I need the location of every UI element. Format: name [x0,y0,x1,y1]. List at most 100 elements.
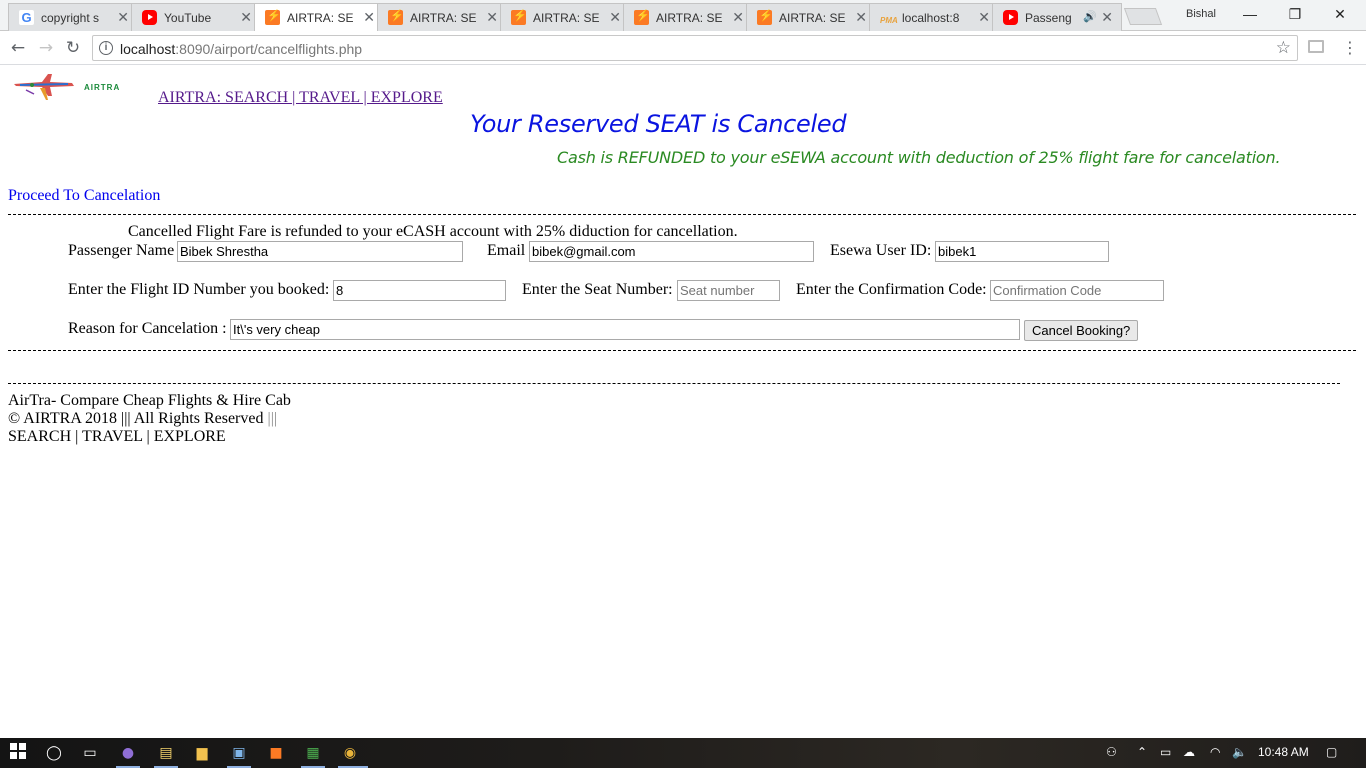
show-hidden-icons[interactable]: ⌃ [1137,745,1147,759]
reload-icon[interactable]: ↻ [63,38,83,58]
xampp-icon [265,9,281,25]
passenger-name-input[interactable] [177,241,463,262]
close-tab-icon[interactable]: ✕ [1101,9,1113,26]
wifi-icon[interactable]: ◠ [1210,745,1220,759]
footer-links[interactable]: SEARCH | TRAVEL | EXPLORE [8,428,226,446]
restore-icon[interactable]: ❐ [1275,4,1315,24]
onedrive-icon[interactable]: ☁ [1183,745,1195,759]
close-tab-icon[interactable]: ✕ [363,9,375,26]
close-tab-icon[interactable]: ✕ [240,9,252,26]
xampp-icon [388,9,404,25]
flight-id-label: Enter the Flight ID Number you booked: [68,281,330,298]
divider [8,350,1356,351]
close-tab-icon[interactable]: ✕ [978,9,990,26]
cast-icon[interactable] [1308,40,1324,53]
reason-input[interactable] [230,319,1020,340]
tab-airtra[interactable]: AIRTRA: SE ✕ [623,3,753,31]
file-explorer-icon[interactable]: ▆ [192,743,212,763]
tab-airtra[interactable]: AIRTRA: SE ✕ [746,3,876,31]
page-content: AIRTRA AIRTRA: SEARCH | TRAVEL | EXPLORE… [0,66,1366,738]
confirmation-code-label: Enter the Confirmation Code: [796,281,987,298]
battery-icon[interactable]: ▭ [1160,745,1171,759]
tab-label: AIRTRA: SE [656,11,723,25]
nav-link-home[interactable]: AIRTRA: SEARCH | TRAVEL | EXPLORE [158,89,443,107]
passenger-name-label: Passenger Name [68,242,175,259]
windows-start-icon[interactable] [8,743,28,763]
bookmark-star-icon[interactable]: ☆ [1276,38,1291,58]
cancel-booking-button[interactable]: Cancel Booking? [1024,320,1139,341]
close-tab-icon[interactable]: ✕ [117,9,129,26]
rights-text: ||| All Rights Reserved [120,410,264,427]
task-view-icon[interactable]: ▭ [80,743,100,763]
tab-label: AIRTRA: SE [287,11,354,25]
url-text[interactable]: localhost:8090/airport/cancelflights.php [120,41,362,57]
youtube-icon [142,10,157,25]
forward-icon[interactable]: → [36,38,56,58]
tab-label: AIRTRA: SE [779,11,846,25]
flight-id-input[interactable] [333,280,506,301]
volume-icon[interactable]: 🔈 [1232,745,1247,759]
browser-toolbar: ← → ↻ i localhost:8090/airport/cancelfli… [0,31,1366,65]
proceed-to-cancelation-link[interactable]: Proceed To Cancelation [8,187,160,205]
tab-label: AIRTRA: SE [533,11,600,25]
refund-note: Cancelled Flight Fare is refunded to you… [128,223,738,240]
reason-label: Reason for Cancelation : [68,320,227,337]
rights-end: ||| [267,410,278,427]
esewa-user-id-label: Esewa User ID: [830,242,932,259]
tab-passenger-youtube[interactable]: Passeng 🔊 ✕ [992,3,1122,31]
sticky-notes-icon[interactable]: ▤ [156,743,176,763]
speaker-icon[interactable]: 🔊 [1083,10,1097,23]
xampp-icon [634,9,650,25]
seat-number-input[interactable] [677,280,780,301]
viber-icon[interactable]: ● [118,743,138,763]
divider [8,214,1356,215]
xampp-taskbar-icon[interactable]: ■ [266,743,286,763]
tab-label: AIRTRA: SE [410,11,477,25]
tab-airtra-active[interactable]: AIRTRA: SE ✕ [254,3,384,31]
new-tab-button[interactable] [1123,8,1163,25]
url-path: :8090/airport/cancelflights.php [175,41,363,57]
close-tab-icon[interactable]: ✕ [855,9,867,26]
esewa-user-id-input[interactable] [935,241,1109,262]
divider [8,383,1340,384]
tab-localhost[interactable]: PMA localhost:8 ✕ [869,3,999,31]
tab-airtra[interactable]: AIRTRA: SE ✕ [500,3,630,31]
action-center-icon[interactable]: ▢ [1326,745,1337,759]
address-bar[interactable]: i localhost:8090/airport/cancelflights.p… [92,35,1298,61]
confirmation-code-input[interactable] [990,280,1164,301]
cortana-search-icon[interactable]: ◯ [44,743,64,763]
email-input[interactable] [529,241,814,262]
seat-number-label: Enter the Seat Number: [522,281,673,298]
back-icon[interactable]: ← [8,38,28,58]
people-icon[interactable]: ⚇ [1106,745,1117,759]
footer-copyright: © AIRTRA 2018 ||| All Rights Reserved ||… [8,410,277,428]
minimize-icon[interactable]: — [1230,4,1270,24]
app-icon[interactable]: ▦ [303,743,323,763]
chrome-icon[interactable]: ◉ [340,743,360,763]
xampp-icon [757,9,773,25]
close-tab-icon[interactable]: ✕ [609,9,621,26]
refund-message: Cash is REFUNDED to your eSEWA account w… [557,148,1281,167]
youtube-icon [1003,10,1018,25]
url-host: localhost [120,41,176,57]
profile-name[interactable]: Bishal [1186,8,1216,20]
tab-label: localhost:8 [902,11,960,25]
close-tab-icon[interactable]: ✕ [486,9,498,26]
tab-label: YouTube [164,11,212,25]
xampp-icon [511,9,527,25]
logo-text: AIRTRA [84,83,121,92]
tab-youtube[interactable]: YouTube ✕ [131,3,261,31]
google-icon: G [19,10,34,25]
close-window-icon[interactable]: ✕ [1320,4,1360,24]
phpmyadmin-icon: PMA [880,16,898,25]
tab-copyright[interactable]: G copyright s ✕ [8,3,138,31]
copyright-text: © AIRTRA 2018 [8,410,117,427]
clock[interactable]: 10:48 AM [1258,745,1309,759]
email-label: Email [487,242,526,259]
tab-airtra[interactable]: AIRTRA: SE ✕ [377,3,507,31]
info-icon[interactable]: i [99,41,113,55]
menu-icon[interactable]: ⋮ [1342,38,1358,57]
control-panel-icon[interactable]: ▣ [229,743,249,763]
close-tab-icon[interactable]: ✕ [732,9,744,26]
airtra-logo [14,74,74,100]
